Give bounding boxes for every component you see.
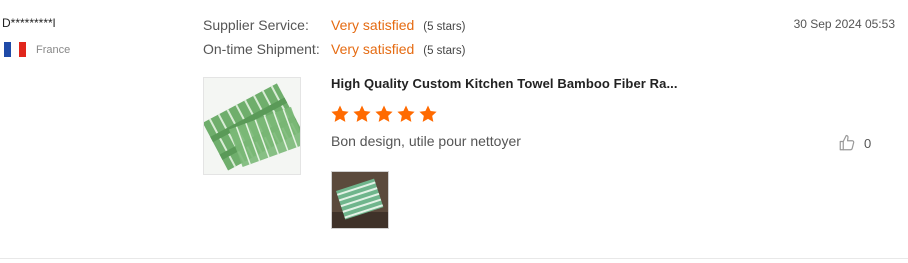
divider [0,258,908,259]
rating-value: Very satisfied [331,17,415,33]
helpful-count: 0 [864,135,872,151]
product-thumbnail[interactable] [203,77,301,175]
rating-value: Very satisfied [331,41,415,57]
reviewer-name: D*********l [2,16,56,30]
star-icon [353,105,371,122]
star-icon [419,105,437,122]
review-date: 30 Sep 2024 05:53 [793,17,895,31]
review-photo-thumbnail[interactable] [331,171,389,229]
star-icon [375,105,393,122]
flag-france-icon [4,42,26,57]
rating-stars: (5 stars) [423,45,466,57]
helpful-button[interactable]: 0 [838,134,871,152]
product-title[interactable]: High Quality Custom Kitchen Towel Bamboo… [331,76,678,91]
rating-label: On-time Shipment: [203,41,320,57]
country-label: France [36,43,71,56]
review-comment: Bon design, utile pour nettoyer [331,133,521,149]
reviewer-country: France [4,42,70,57]
star-icon [397,105,415,122]
thumbs-up-icon [839,134,855,151]
on-time-shipment-rating: On-time Shipment: Very satisfied (5 star… [203,41,465,57]
star-icon [331,105,349,122]
review-photo-image [332,172,388,228]
rating-stars: (5 stars) [423,21,466,33]
supplier-service-rating: Supplier Service: Very satisfied (5 star… [203,17,465,33]
towel-product-image [204,78,300,174]
rating-label: Supplier Service: [203,17,309,33]
review-star-rating [330,104,438,124]
